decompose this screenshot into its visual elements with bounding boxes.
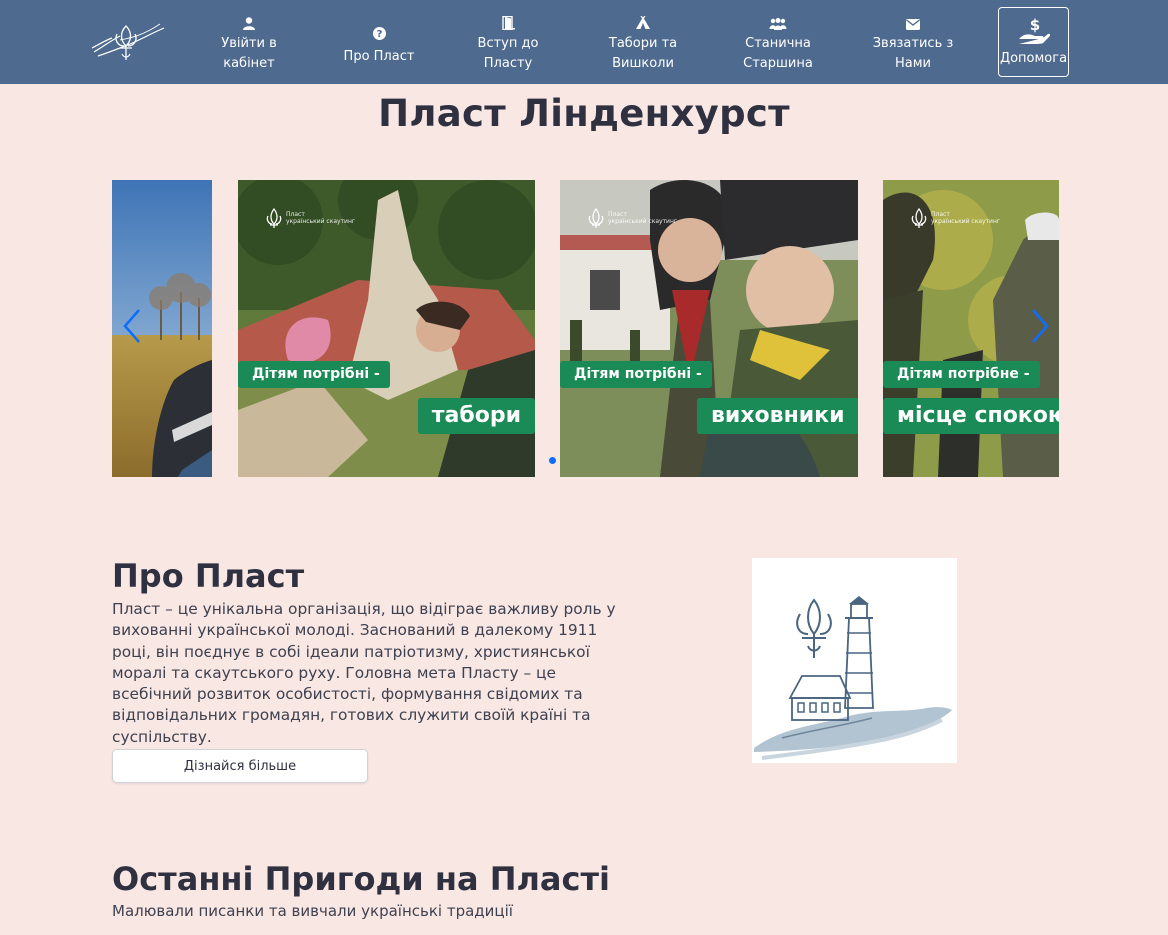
nav-join-label: Вступ до Пласту <box>477 36 539 71</box>
brand-subtitle: український скаутинг <box>286 218 356 225</box>
page-title: Пласт Лінденхурст <box>378 92 790 135</box>
donate-hand-icon: $ <box>1017 16 1051 49</box>
nav-about[interactable]: ? Про Пласт <box>319 10 439 76</box>
tent-icon <box>635 10 651 30</box>
slide-tag-small: Дітям потрібні - <box>238 361 390 388</box>
nav-contact[interactable]: Звязатись з Нами <box>853 10 973 76</box>
nav-leadership[interactable]: Станична Старшина <box>718 10 838 76</box>
learn-more-button[interactable]: Дізнайся більше <box>112 749 368 783</box>
nav-join[interactable]: Вступ до Пласту <box>448 10 568 76</box>
door-icon <box>501 10 515 30</box>
svg-text:?: ? <box>376 29 382 40</box>
nav-login-label: Увійти в кабінет <box>221 36 277 71</box>
latest-adventures-subtitle: Малювали писанки та вивчали українські т… <box>112 902 513 920</box>
latest-adventures-title: Останні Пригоди на Пласті <box>112 860 610 898</box>
nav-camps-label: Табори та Вишколи <box>608 36 678 71</box>
carousel-prev-button[interactable] <box>117 308 147 348</box>
brand-subtitle: український скаутинг <box>608 218 678 225</box>
brand-name: Пласт <box>931 211 950 218</box>
slide-tag-big: місце спокою <box>883 398 1059 434</box>
user-icon <box>243 10 255 30</box>
help-label: Допомога <box>999 51 1068 66</box>
plast-logo[interactable] <box>90 18 168 64</box>
nav-camps[interactable]: Табори та Вишколи <box>583 10 703 76</box>
carousel-slide-1[interactable]: Пласт український скаутинг Дітям потрібні… <box>238 180 535 477</box>
people-icon <box>769 10 787 30</box>
slide-tag-small: Дітям потрібні - <box>560 361 712 388</box>
carousel-next-button[interactable] <box>1025 308 1055 348</box>
image-carousel: Пласт український скаутинг Дітям потрібні… <box>112 180 1059 477</box>
plast-brand-mark: Пласт український скаутинг <box>588 208 677 228</box>
carousel-slide-2[interactable]: Пласт український скаутинг Дітям потрібні… <box>560 180 858 477</box>
brand-name: Пласт <box>608 211 627 218</box>
nav-about-label: Про Пласт <box>343 49 415 64</box>
chevron-left-icon <box>122 308 142 348</box>
slide-tag-big: табори <box>417 398 535 434</box>
about-text: Пласт – це унікальна організація, що від… <box>112 600 616 746</box>
envelope-icon <box>906 10 920 30</box>
question-circle-icon: ? <box>372 20 386 40</box>
svg-text:$: $ <box>1029 17 1039 34</box>
about-title: Про Пласт <box>112 557 305 595</box>
slide-tag-small: Дітям потрібне - <box>883 361 1040 388</box>
nav-leadership-label: Станична Старшина <box>743 36 813 71</box>
navbar: Увійти в кабінет ? Про Пласт Вступ до Пл… <box>0 0 1168 84</box>
slide-tag-big: виховники <box>697 398 858 434</box>
chevron-right-icon <box>1030 308 1050 348</box>
plast-brand-mark: Пласт український скаутинг <box>911 208 1000 228</box>
help-donate-button[interactable]: $ Допомога <box>998 7 1069 77</box>
brand-subtitle: український скаутинг <box>931 218 1001 225</box>
plast-brand-mark: Пласт український скаутинг <box>266 208 355 228</box>
nav-login[interactable]: Увійти в кабінет <box>189 10 309 76</box>
plast-lighthouse-emblem <box>752 558 957 763</box>
brand-name: Пласт <box>286 211 305 218</box>
carousel-indicator-dot[interactable] <box>549 457 556 464</box>
nav-contact-label: Звязатись з Нами <box>872 36 954 71</box>
